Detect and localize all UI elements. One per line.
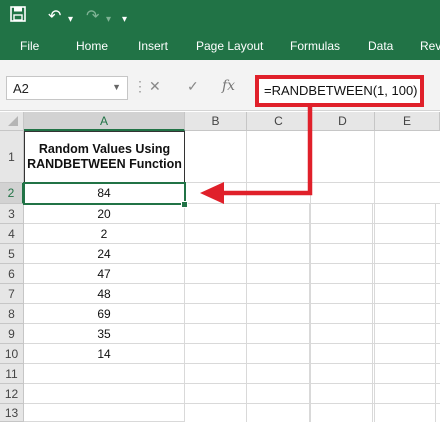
row-header-6[interactable]: 6 [0, 264, 24, 284]
cell-a13[interactable] [24, 404, 185, 422]
empty-rows-gridlines [185, 204, 440, 422]
redo-dropdown-icon: ▾ [106, 14, 112, 25]
cancel-icon[interactable]: ✕ [149, 78, 161, 95]
row-header-2[interactable]: 2 [0, 183, 24, 204]
enter-icon[interactable]: ✓ [187, 78, 199, 95]
column-header-e[interactable]: E [375, 112, 440, 131]
row-header-7[interactable]: 7 [0, 284, 24, 304]
cell-a11[interactable] [24, 364, 185, 384]
row-header-4[interactable]: 4 [0, 224, 24, 244]
tab-file[interactable]: File [20, 39, 39, 53]
column-header-d[interactable]: D [311, 112, 375, 131]
column-header-a[interactable]: A [24, 112, 185, 131]
cell-a9[interactable]: 35 [24, 324, 185, 344]
cell-a1-header[interactable]: Random Values Using RANDBETWEEN Function [24, 131, 185, 183]
cell-a10[interactable]: 14 [24, 344, 185, 364]
row-header-1[interactable]: 1 [0, 131, 24, 183]
tab-insert[interactable]: Insert [138, 39, 168, 53]
cell-a6[interactable]: 47 [24, 264, 185, 284]
cell-a3[interactable]: 20 [24, 204, 185, 224]
row-header-11[interactable]: 11 [0, 364, 24, 384]
cell-a4[interactable]: 2 [24, 224, 185, 244]
redo-icon: ↷ [86, 6, 100, 25]
fill-handle[interactable] [181, 201, 188, 208]
undo-dropdown-icon[interactable]: ▾ [68, 10, 73, 30]
cell-a5[interactable]: 24 [24, 244, 185, 264]
formula-text: =RANDBETWEEN(1, 100) [264, 83, 418, 98]
more-options-icon: ⋮ [133, 78, 147, 94]
cell-a8[interactable]: 69 [24, 304, 185, 324]
tab-home[interactable]: Home [76, 39, 108, 53]
tab-formulas[interactable]: Formulas [290, 39, 340, 53]
tab-data[interactable]: Data [368, 39, 393, 53]
cell-a7[interactable]: 48 [24, 284, 185, 304]
select-all-corner[interactable] [0, 112, 24, 131]
column-header-c[interactable]: C [247, 112, 311, 131]
row-header-10[interactable]: 10 [0, 344, 24, 364]
title-bar: ↶ ▾ ↷ ▾ ▾ [0, 0, 440, 32]
save-icon[interactable] [10, 6, 26, 27]
row-header-9[interactable]: 9 [0, 324, 24, 344]
row-header-13[interactable]: 13 [0, 404, 24, 422]
column-header-b[interactable]: B [185, 112, 247, 131]
undo-icon[interactable]: ↶ [48, 6, 61, 26]
row-header-8[interactable]: 8 [0, 304, 24, 324]
name-box-value: A2 [13, 81, 29, 96]
ribbon-tabs: File Home Insert Page Layout Formulas Da… [0, 32, 440, 60]
formula-input[interactable]: =RANDBETWEEN(1, 100) [255, 75, 424, 107]
name-box-dropdown-icon[interactable]: ▼ [112, 82, 121, 92]
cell-a12[interactable] [24, 384, 185, 404]
active-cell-selection [23, 182, 186, 205]
row-header-12[interactable]: 12 [0, 384, 24, 404]
tab-review[interactable]: Rev [420, 39, 440, 53]
row-header-3[interactable]: 3 [0, 204, 24, 224]
row-header-5[interactable]: 5 [0, 244, 24, 264]
tab-page-layout[interactable]: Page Layout [196, 39, 263, 53]
insert-function-icon[interactable]: fx [222, 78, 235, 94]
name-box[interactable]: A2 ▼ [6, 76, 128, 100]
customize-toolbar-icon[interactable]: ▾ [122, 10, 127, 30]
